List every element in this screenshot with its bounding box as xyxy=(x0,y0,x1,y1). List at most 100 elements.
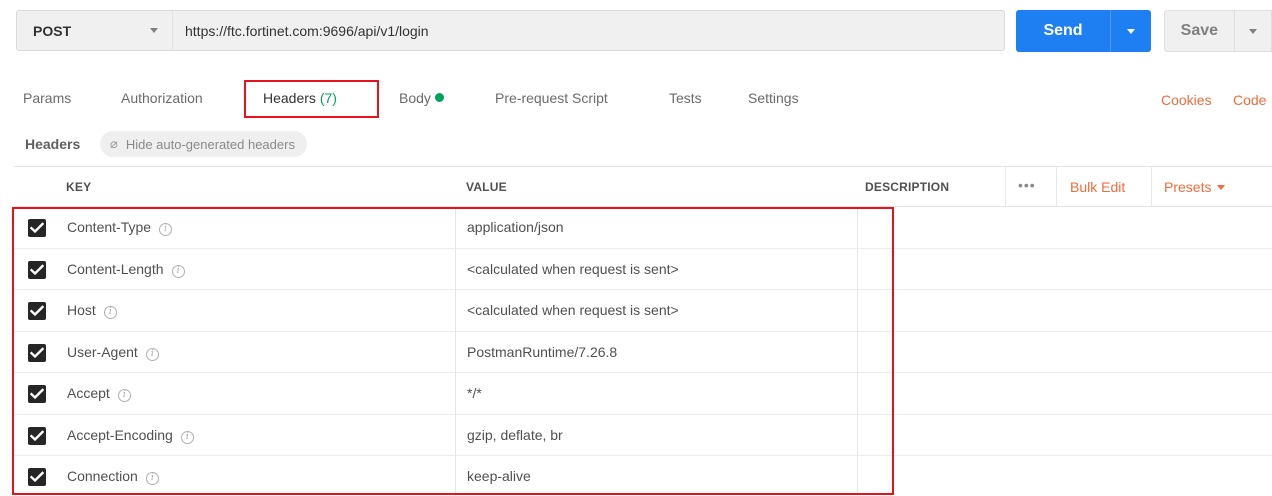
info-icon[interactable]: i xyxy=(117,389,131,402)
header-value: <calculated when request is sent> xyxy=(467,302,679,318)
column-divider xyxy=(857,456,858,496)
table-body: Content-Type i application/json Content-Len… xyxy=(14,207,1272,496)
info-icon[interactable]: i xyxy=(145,347,159,361)
column-divider xyxy=(857,331,858,373)
save-button[interactable]: Save xyxy=(1164,10,1272,52)
column-divider xyxy=(455,414,456,456)
chevron-down-icon xyxy=(1217,185,1226,190)
column-divider xyxy=(857,248,858,290)
cookies-link[interactable]: Cookies xyxy=(1161,92,1212,108)
column-divider xyxy=(455,248,456,290)
tab-tests[interactable]: Tests xyxy=(669,90,702,106)
info-icon[interactable]: i xyxy=(103,306,117,319)
header-value: <calculated when request is sent> xyxy=(467,260,679,277)
table-row: Connection i keep-alive xyxy=(14,456,1272,496)
header-value: */* xyxy=(467,385,482,401)
column-divider xyxy=(857,290,858,331)
row-checkbox[interactable] xyxy=(28,343,46,362)
header-value: keep-alive xyxy=(467,468,531,484)
column-description-header: DESCRIPTION xyxy=(865,180,950,194)
column-divider xyxy=(857,207,858,248)
column-divider xyxy=(455,290,456,331)
header-key: Content-Length i xyxy=(67,261,185,278)
header-key: Host i xyxy=(67,302,117,319)
header-divider xyxy=(1151,167,1152,207)
headers-table: KEY VALUE DESCRIPTION ••• Bulk Edit Pres… xyxy=(14,166,1272,496)
more-options-icon[interactable]: ••• xyxy=(1018,177,1036,193)
checkmark-icon xyxy=(30,222,44,234)
url-input[interactable] xyxy=(172,10,1005,51)
table-row: Content-Length i <calculated when request … xyxy=(14,248,1272,290)
tab-authorization[interactable]: Authorization xyxy=(121,90,203,106)
code-link[interactable]: Code xyxy=(1233,92,1266,108)
column-divider xyxy=(857,373,858,414)
table-row: User-Agent i PostmanRuntime/7.26.8 xyxy=(14,331,1272,373)
column-divider xyxy=(455,331,456,373)
tab-params[interactable]: Params xyxy=(23,90,71,106)
row-checkbox[interactable] xyxy=(28,219,46,237)
header-divider xyxy=(1056,167,1057,207)
header-key-text: Connection xyxy=(67,468,138,484)
header-key: Accept-Encoding i xyxy=(67,427,194,444)
row-checkbox[interactable] xyxy=(28,468,46,486)
tab-headers-count: (7) xyxy=(319,90,337,106)
row-checkbox[interactable] xyxy=(28,260,46,279)
checkmark-icon xyxy=(30,388,44,400)
header-key-text: Content-Type xyxy=(67,219,152,235)
save-button-label: Save xyxy=(1180,22,1219,39)
header-key-text: Host xyxy=(67,302,96,318)
method-select[interactable]: POST xyxy=(16,10,172,51)
request-tabs: Params Authorization Headers (7) Body Pr… xyxy=(0,90,1272,114)
table-row: Host i <calculated when request is sent> xyxy=(14,290,1272,332)
request-bar: POST xyxy=(16,10,1005,51)
checkmark-icon xyxy=(30,263,44,275)
header-value: gzip, deflate, br xyxy=(467,426,563,443)
checkmark-icon xyxy=(30,346,44,358)
send-button-label: Send xyxy=(1043,22,1083,39)
header-key-text: Accept xyxy=(67,385,110,401)
tab-body[interactable]: Body xyxy=(399,90,444,106)
table-row: Accept i */* xyxy=(14,373,1272,415)
column-divider xyxy=(455,456,456,496)
chevron-down-icon xyxy=(1248,28,1257,34)
chevron-down-icon xyxy=(1127,28,1135,34)
header-value: application/json xyxy=(467,219,564,235)
presets-dropdown[interactable]: Presets xyxy=(1164,179,1226,195)
presets-label: Presets xyxy=(1164,179,1212,195)
info-icon[interactable]: i xyxy=(180,430,194,444)
info-icon[interactable]: i xyxy=(159,223,173,236)
header-divider xyxy=(1005,167,1006,207)
table-header: KEY VALUE DESCRIPTION ••• Bulk Edit Pres… xyxy=(14,166,1272,207)
save-options-button[interactable] xyxy=(1233,11,1271,51)
method-label: POST xyxy=(33,22,72,39)
header-value: PostmanRuntime/7.26.8 xyxy=(467,343,618,360)
header-key-text: Content-Length xyxy=(67,260,164,277)
info-icon[interactable]: i xyxy=(171,264,185,278)
send-options-button[interactable] xyxy=(1110,10,1151,52)
header-key: User-Agent i xyxy=(67,344,159,361)
send-button[interactable]: Send xyxy=(1016,10,1151,52)
hide-auto-generated-headers-button[interactable]: ⌀ Hide auto-generated headers xyxy=(100,131,307,157)
tab-body-label: Body xyxy=(399,90,431,106)
tab-pre-request-script[interactable]: Pre-request Script xyxy=(495,90,608,106)
hide-auto-generated-label: Hide auto-generated headers xyxy=(125,136,295,152)
table-row: Content-Type i application/json xyxy=(14,207,1272,249)
headers-section-title: Headers xyxy=(25,136,81,152)
checkmark-icon xyxy=(30,429,44,441)
body-indicator-dot-icon xyxy=(434,93,444,102)
row-checkbox[interactable] xyxy=(28,385,46,403)
header-key-text: Accept-Encoding xyxy=(67,426,173,443)
checkmark-icon xyxy=(30,305,44,317)
row-checkbox[interactable] xyxy=(28,426,46,445)
column-value-header: VALUE xyxy=(466,180,507,194)
tab-settings[interactable]: Settings xyxy=(748,90,799,106)
info-icon[interactable]: i xyxy=(145,472,159,485)
header-key-text: User-Agent xyxy=(67,343,138,360)
tab-headers[interactable]: Headers (7) xyxy=(263,90,337,106)
header-key: Accept i xyxy=(67,385,131,402)
bulk-edit-link[interactable]: Bulk Edit xyxy=(1070,179,1125,195)
chevron-down-icon xyxy=(150,28,158,33)
header-key: Connection i xyxy=(67,468,159,485)
column-divider xyxy=(455,207,456,248)
row-checkbox[interactable] xyxy=(28,302,46,320)
